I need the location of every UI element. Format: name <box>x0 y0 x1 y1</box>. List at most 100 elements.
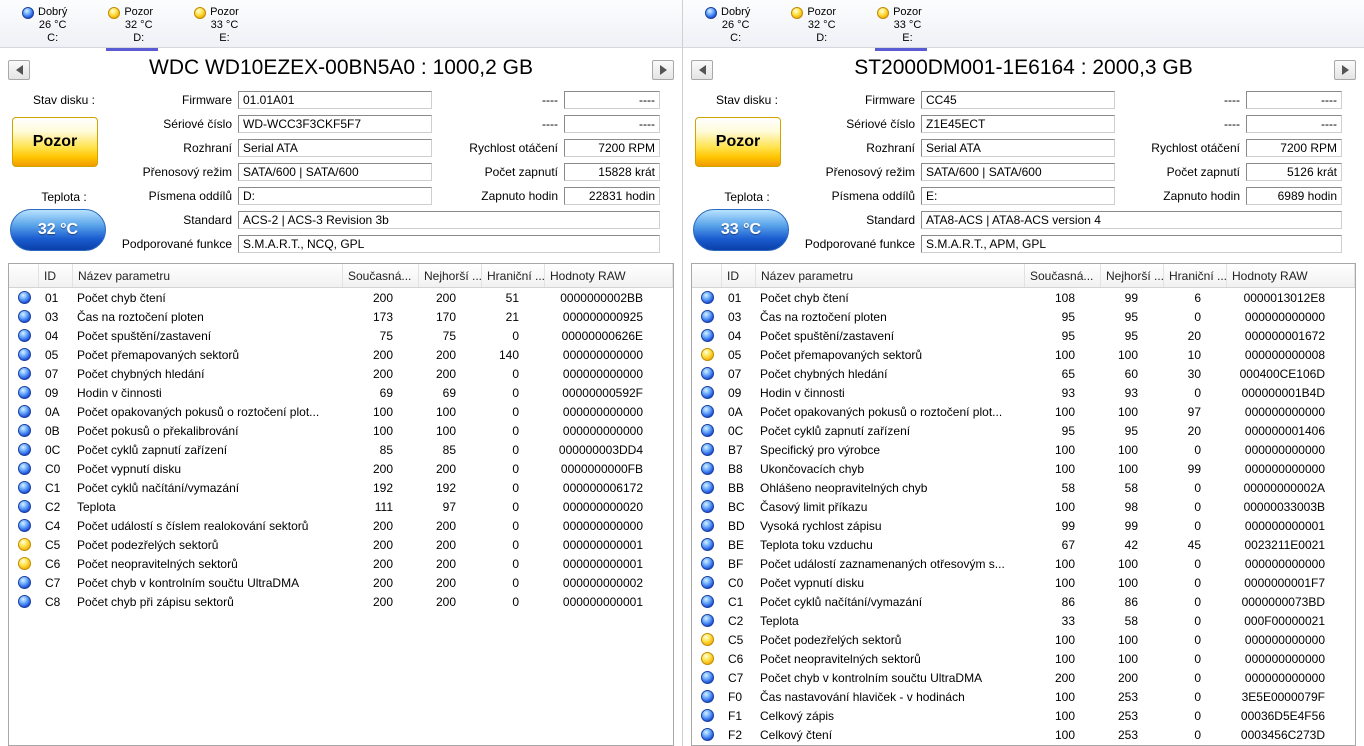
attribute-id: C8 <box>39 595 73 609</box>
next-disk-button[interactable] <box>652 60 674 80</box>
attribute-threshold: 6 <box>1164 291 1227 305</box>
drive-item[interactable]: Pozor 32 °C D: <box>789 4 841 52</box>
drive-item[interactable]: Pozor 33 °C E: <box>192 4 244 52</box>
smart-attribute-row[interactable]: C5 Počet podezřelých sektorů 100 100 0 0… <box>692 630 1355 649</box>
drive-temperature: 33 °C <box>211 19 239 32</box>
attribute-status-icon <box>18 329 31 342</box>
smart-attribute-row[interactable]: BD Vysoká rychlost zápisu 99 99 0 000000… <box>692 516 1355 535</box>
health-status-button[interactable]: Pozor <box>695 117 781 167</box>
info-label: Přenosový režim <box>120 165 238 179</box>
smart-attribute-row[interactable]: BE Teplota toku vzduchu 67 42 45 0023211… <box>692 535 1355 554</box>
smart-attribute-row[interactable]: 03 Čas na roztočení ploten 95 95 0 00000… <box>692 307 1355 326</box>
smart-attribute-row[interactable]: 05 Počet přemapovaných sektorů 100 100 1… <box>692 345 1355 364</box>
prev-disk-button[interactable] <box>691 60 713 80</box>
attribute-threshold: 0 <box>482 367 545 381</box>
attribute-threshold: 0 <box>1164 671 1227 685</box>
smart-attribute-row[interactable]: 0B Počet pokusů o překalibrování 100 100… <box>9 421 673 440</box>
smart-attribute-row[interactable]: F0 Čas nastavování hlaviček - v hodinách… <box>692 687 1355 706</box>
smart-attribute-row[interactable]: 09 Hodin v činnosti 69 69 0 00000000592F <box>9 383 673 402</box>
attribute-name: Ohlášeno neopravitelných chyb <box>756 481 1025 495</box>
attribute-status-icon <box>18 310 31 323</box>
smart-attribute-row[interactable]: C0 Počet vypnutí disku 100 100 0 0000000… <box>692 573 1355 592</box>
health-label: Stav disku : <box>697 93 797 107</box>
smart-attribute-row[interactable]: BC Časový limit příkazu 100 98 0 0000003… <box>692 497 1355 516</box>
temperature-badge[interactable]: 33 °C <box>693 209 789 251</box>
smart-attribute-row[interactable]: C7 Počet chyb v kontrolním součtu UltraD… <box>692 668 1355 687</box>
drive-item[interactable]: Dobrý 26 °C C: <box>20 4 72 52</box>
next-disk-button[interactable] <box>1334 60 1356 80</box>
smart-attribute-row[interactable]: C2 Teplota 111 97 0 000000000020 <box>9 497 673 516</box>
smart-attribute-row[interactable]: 04 Počet spuštění/zastavení 75 75 0 0000… <box>9 326 673 345</box>
smart-attribute-row[interactable]: BF Počet událostí zaznamenaných otřesový… <box>692 554 1355 573</box>
drive-item[interactable]: Pozor 32 °C D: <box>106 4 158 52</box>
smart-attribute-row[interactable]: 01 Počet chyb čtení 200 200 51 000000000… <box>9 288 673 307</box>
col-current[interactable]: Současná... <box>1025 264 1101 287</box>
prev-disk-button[interactable] <box>8 60 30 80</box>
col-worst[interactable]: Nejhorší ... <box>1101 264 1164 287</box>
smart-attribute-row[interactable]: C1 Počet cyklů načítání/vymazání 86 86 0… <box>692 592 1355 611</box>
attribute-status-icon <box>18 519 31 532</box>
smart-attribute-row[interactable]: B8 Ukončovacích chyb 100 100 99 00000000… <box>692 459 1355 478</box>
smart-attribute-row[interactable]: 0A Počet opakovaných pokusů o roztočení … <box>9 402 673 421</box>
col-current[interactable]: Současná... <box>343 264 419 287</box>
smart-attribute-row[interactable]: 09 Hodin v činnosti 93 93 0 000000001B4D <box>692 383 1355 402</box>
attribute-status-cell <box>692 481 722 494</box>
attribute-name: Počet událostí s číslem realokování sekt… <box>73 519 343 533</box>
smart-attribute-row[interactable]: C6 Počet neopravitelných sektorů 100 100… <box>692 649 1355 668</box>
smart-attribute-row[interactable]: 07 Počet chybných hledání 65 60 30 00040… <box>692 364 1355 383</box>
attribute-name: Hodin v činnosti <box>756 386 1025 400</box>
drive-temperature: 26 °C <box>39 19 67 32</box>
smart-attribute-row[interactable]: C1 Počet cyklů načítání/vymazání 192 192… <box>9 478 673 497</box>
smart-attribute-row[interactable]: C8 Počet chyb při zápisu sektorů 200 200… <box>9 592 673 611</box>
smart-attribute-row[interactable]: B7 Specifický pro výrobce 100 100 0 0000… <box>692 440 1355 459</box>
smart-attribute-row[interactable]: C0 Počet vypnutí disku 200 200 0 0000000… <box>9 459 673 478</box>
attribute-threshold: 0 <box>1164 443 1227 457</box>
info-row: Firmware CC45 ---- ---- <box>803 88 1342 112</box>
col-id[interactable]: ID <box>722 264 756 287</box>
attribute-threshold: 0 <box>1164 519 1227 533</box>
col-name[interactable]: Název parametru <box>756 264 1025 287</box>
smart-attribute-row[interactable]: 05 Počet přemapovaných sektorů 200 200 1… <box>9 345 673 364</box>
info-value: E: <box>921 187 1115 205</box>
attribute-name: Počet vypnutí disku <box>756 576 1025 590</box>
attribute-worst: 200 <box>419 576 482 590</box>
smart-attribute-row[interactable]: F2 Celkový čtení 100 253 0 0003456C273D <box>692 725 1355 744</box>
col-raw[interactable]: Hodnoty RAW <box>1227 264 1355 287</box>
smart-attribute-row[interactable]: C5 Počet podezřelých sektorů 200 200 0 0… <box>9 535 673 554</box>
attribute-name: Počet neopravitelných sektorů <box>73 557 343 571</box>
smart-attribute-row[interactable]: C6 Počet neopravitelných sektorů 200 200… <box>9 554 673 573</box>
smart-attribute-row[interactable]: C7 Počet chyb v kontrolním součtu UltraD… <box>9 573 673 592</box>
smart-attribute-row[interactable]: 0C Počet cyklů zapnutí zařízení 95 95 20… <box>692 421 1355 440</box>
attribute-threshold: 0 <box>1164 728 1227 742</box>
temperature-badge[interactable]: 32 °C <box>10 209 106 251</box>
col-id[interactable]: ID <box>39 264 73 287</box>
smart-attribute-row[interactable]: 0C Počet cyklů zapnutí zařízení 85 85 0 … <box>9 440 673 459</box>
health-status-button[interactable]: Pozor <box>12 117 98 167</box>
smart-attribute-row[interactable]: 01 Počet chyb čtení 108 99 6 0000013012E… <box>692 288 1355 307</box>
smart-attribute-row[interactable]: C2 Teplota 33 58 0 000F00000021 <box>692 611 1355 630</box>
info-value: ---- <box>1246 115 1342 133</box>
col-raw[interactable]: Hodnoty RAW <box>545 264 673 287</box>
attribute-raw: 3E5E0000079F <box>1227 690 1355 704</box>
attribute-current: 100 <box>1025 443 1101 457</box>
col-threshold[interactable]: Hraniční ... <box>482 264 545 287</box>
attribute-raw: 000000006172 <box>545 481 673 495</box>
smart-attribute-row[interactable]: 04 Počet spuštění/zastavení 95 95 20 000… <box>692 326 1355 345</box>
attribute-worst: 100 <box>1101 405 1164 419</box>
info-row: Rozhraní Serial ATA Rychlost otáčení 720… <box>803 136 1342 160</box>
attribute-status-cell <box>9 519 39 532</box>
drive-item[interactable]: Pozor 33 °C E: <box>875 4 927 52</box>
col-status <box>692 264 722 287</box>
col-threshold[interactable]: Hraniční ... <box>1164 264 1227 287</box>
smart-attribute-row[interactable]: 07 Počet chybných hledání 200 200 0 0000… <box>9 364 673 383</box>
smart-attribute-row[interactable]: 0A Počet opakovaných pokusů o roztočení … <box>692 402 1355 421</box>
smart-attribute-row[interactable]: C4 Počet událostí s číslem realokování s… <box>9 516 673 535</box>
drive-letter: D: <box>133 32 144 45</box>
attribute-id: 04 <box>39 329 73 343</box>
col-name[interactable]: Název parametru <box>73 264 343 287</box>
smart-attribute-row[interactable]: F1 Celkový zápis 100 253 0 00036D5E4F56 <box>692 706 1355 725</box>
col-worst[interactable]: Nejhorší ... <box>419 264 482 287</box>
drive-item[interactable]: Dobrý 26 °C C: <box>703 4 755 52</box>
smart-attribute-row[interactable]: 03 Čas na roztočení ploten 173 170 21 00… <box>9 307 673 326</box>
smart-attribute-row[interactable]: BB Ohlášeno neopravitelných chyb 58 58 0… <box>692 478 1355 497</box>
